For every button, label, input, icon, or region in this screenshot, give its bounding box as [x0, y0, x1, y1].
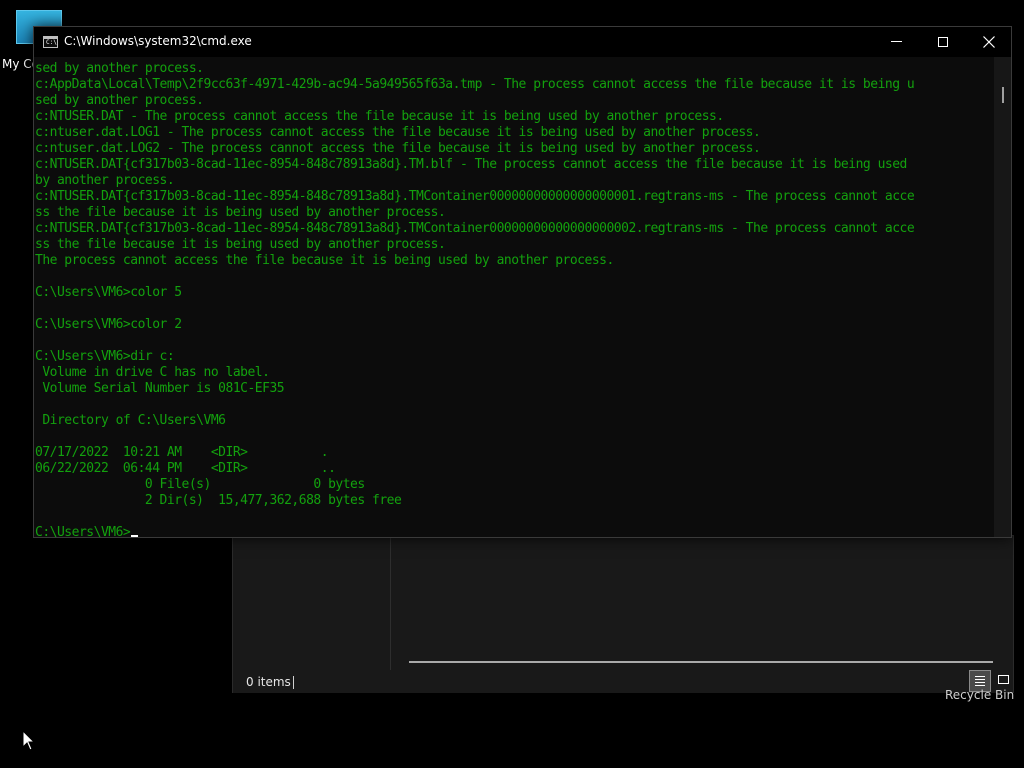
- console-line: Volume Serial Number is 081C-EF35: [35, 381, 285, 396]
- minimize-button[interactable]: [874, 27, 920, 57]
- console-line: c:NTUSER.DAT{cf317b03-8cad-11ec-8954-848…: [35, 221, 915, 236]
- console-line: ss the file because it is being used by …: [35, 205, 446, 220]
- console-line: C:\Users\VM6>color 5: [35, 285, 182, 300]
- large-icons-view-icon: [998, 675, 1009, 684]
- console-line: C:\Users\VM6>color 2: [35, 317, 182, 332]
- console-line: 0 File(s) 0 bytes: [35, 477, 365, 492]
- close-button[interactable]: [966, 27, 1012, 57]
- console-line: 07/17/2022 10:21 AM <DIR> .: [35, 445, 329, 460]
- console-line: The process cannot access the file becau…: [35, 253, 614, 268]
- console-output[interactable]: sed by another process. c:AppData\Local\T…: [34, 57, 994, 537]
- console-scrollbar[interactable]: [994, 57, 1011, 537]
- file-explorer-window[interactable]: 0 items: [232, 535, 1014, 693]
- scrollbar-thumb[interactable]: [1002, 87, 1004, 103]
- horizontal-scrollbar[interactable]: [409, 661, 993, 663]
- maximize-icon: [938, 37, 948, 47]
- recycle-bin-label[interactable]: Recycle Bin: [945, 688, 1014, 702]
- console-line: c:NTUSER.DAT{cf317b03-8cad-11ec-8954-848…: [35, 189, 915, 204]
- console-line: by another process.: [35, 173, 175, 188]
- window-title: C:\Windows\system32\cmd.exe: [64, 34, 252, 48]
- cmd-window[interactable]: C:\ C:\Windows\system32\cmd.exe sed by a…: [33, 26, 1012, 538]
- maximize-button[interactable]: [920, 27, 966, 57]
- desktop: My Co 0 items Recycle Bin C:\ C:\Windows…: [0, 0, 1024, 768]
- console-line: ss the file because it is being used by …: [35, 237, 446, 252]
- console-line: 06/22/2022 06:44 PM <DIR> ..: [35, 461, 336, 476]
- console-line: Volume in drive C has no label.: [35, 365, 270, 380]
- item-count: 0 items: [246, 675, 291, 689]
- console-line: 2 Dir(s) 15,477,362,688 bytes free: [35, 493, 402, 508]
- console-line: Directory of C:\Users\VM6: [35, 413, 226, 428]
- explorer-status-bar: 0 items: [233, 671, 1013, 693]
- close-icon: [983, 36, 995, 48]
- text-cursor: [131, 535, 139, 537]
- console-app-icon[interactable]: C:\: [43, 36, 58, 48]
- console-line: c:NTUSER.DAT{cf317b03-8cad-11ec-8954-848…: [35, 157, 907, 172]
- status-separator: [293, 676, 294, 689]
- console-line: sed by another process.: [35, 61, 204, 76]
- minimize-icon: [891, 41, 902, 42]
- console-line: c:NTUSER.DAT - The process cannot access…: [35, 109, 724, 124]
- console-line: C:\Users\VM6>dir c:: [35, 349, 175, 364]
- console-line: c:ntuser.dat.LOG1 - The process cannot a…: [35, 125, 761, 140]
- cmd-title-bar[interactable]: C:\ C:\Windows\system32\cmd.exe: [34, 27, 1011, 57]
- console-line: c:ntuser.dat.LOG2 - The process cannot a…: [35, 141, 761, 156]
- console-line: c:AppData\Local\Temp\2f9cc63f-4971-429b-…: [35, 77, 915, 92]
- navigation-pane-divider[interactable]: [390, 536, 391, 670]
- mouse-pointer-icon: [22, 730, 36, 751]
- console-line: C:\Users\VM6>: [35, 525, 139, 537]
- console-line: sed by another process.: [35, 93, 204, 108]
